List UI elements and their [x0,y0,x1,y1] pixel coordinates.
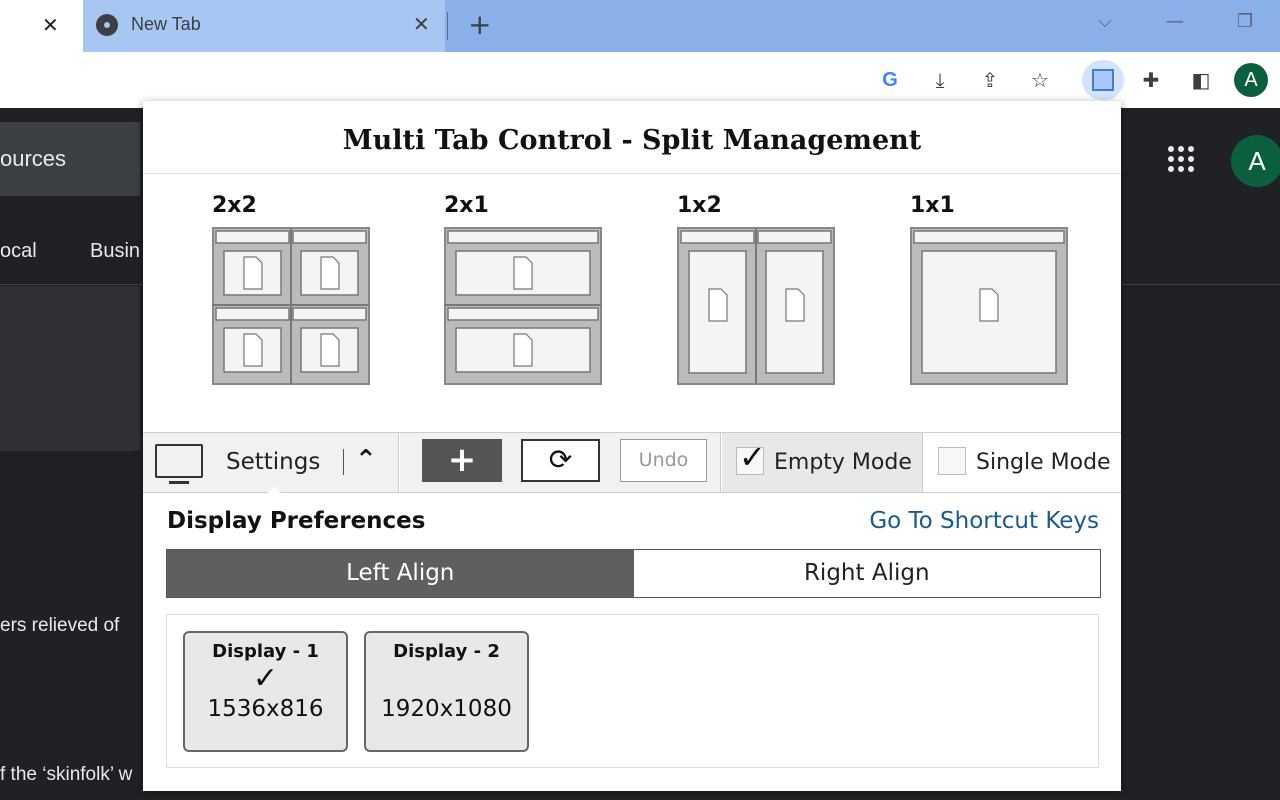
content-block [0,286,140,451]
layout-1x1[interactable]: 1x1 [910,193,1068,385]
layout-2x1[interactable]: 2x1 [444,193,602,385]
new-tab-button[interactable]: + [468,8,491,41]
share-icon[interactable]: ⇪ [976,66,1004,94]
display-card-1[interactable]: Display - 1 ✓ 1536x816 [183,631,348,752]
window-controls: ⌵ — ❐ [1070,0,1280,44]
checkmark-placeholder [366,662,527,696]
chrome-icon [96,14,118,36]
separator [343,449,344,475]
tab-strip: ✕ New Tab ✕ + ⌵ — ❐ [0,0,1280,52]
tab-previous[interactable]: ✕ [0,0,83,52]
layout-1x2[interactable]: 1x2 [677,193,835,385]
control-bar: Settings ⌃ + ⟳ Undo ✓ Empty Mode Single … [143,432,1121,493]
layout-2x2[interactable]: 2x2 [212,193,370,385]
empty-mode-toggle[interactable]: ✓ Empty Mode [722,433,923,492]
extensions-puzzle-icon[interactable]: ✚ [1137,66,1165,94]
apps-grid-icon[interactable] [1168,146,1196,174]
tab-separator [447,12,448,40]
layout-label: 1x2 [677,193,722,218]
refresh-button[interactable]: ⟳ [521,439,600,482]
multi-tab-extension-button[interactable] [1082,60,1124,100]
single-mode-checkbox[interactable] [938,447,966,475]
left-align-button[interactable]: Left Align [167,550,634,597]
display-resolution: 1920x1080 [381,696,512,722]
extension-icon [1092,69,1114,91]
single-mode-label: Single Mode [976,450,1111,475]
resources-label: ources [0,146,67,171]
add-button[interactable]: + [422,439,502,482]
layout-1x2-icon [677,227,835,385]
page-avatar[interactable]: A [1231,135,1280,187]
profile-avatar[interactable]: A [1234,63,1268,97]
nav-business[interactable]: Busin [90,240,140,263]
close-icon[interactable]: ✕ [42,13,59,37]
align-toggle: Left Align Right Align [166,549,1101,598]
caret-indicator [267,486,281,493]
layout-2x2-icon [212,227,370,385]
empty-mode-label: Empty Mode [774,450,912,475]
right-align-button[interactable]: Right Align [633,550,1100,597]
single-mode-toggle[interactable]: Single Mode [924,433,1121,492]
snippet-text[interactable]: f the ‘skinfolk’ w [0,764,132,786]
settings-label: Settings [226,449,321,475]
install-icon[interactable]: ⤓ [926,66,954,94]
minimize-button[interactable]: — [1140,0,1210,44]
chevron-up-icon[interactable]: ⌃ [355,445,377,475]
google-icon[interactable]: G [876,66,904,94]
tab-title: New Tab [131,14,201,34]
restore-button[interactable]: ❐ [1210,0,1280,44]
layout-label: 2x2 [212,193,257,218]
side-panel-icon[interactable]: ◧ [1187,66,1215,94]
layout-label: 2x1 [444,193,489,218]
snippet-text[interactable]: ers relieved of [0,615,119,637]
bookmark-star-icon[interactable]: ☆ [1026,66,1054,94]
empty-mode-checkbox[interactable]: ✓ [736,438,766,476]
shortcut-keys-link[interactable]: Go To Shortcut Keys [869,508,1099,534]
settings-toggle[interactable]: Settings ⌃ [143,433,399,493]
display-name: Display - 1 [212,641,319,662]
checkmark-icon: ✓ [739,438,766,476]
display-card-2[interactable]: Display - 2 1920x1080 [364,631,529,752]
undo-button[interactable]: Undo [620,439,707,482]
layout-2x1-icon [444,227,602,385]
monitor-icon [155,444,203,484]
close-icon[interactable]: ✕ [413,12,430,36]
popup-title: Multi Tab Control - Split Management [143,101,1121,174]
display-resolution: 1536x816 [207,696,324,722]
display-preferences-title: Display Preferences [167,508,426,534]
layout-label: 1x1 [910,193,955,218]
action-buttons: + ⟳ Undo [400,433,721,492]
tab-new-tab[interactable]: New Tab ✕ [83,0,445,52]
displays-panel: Display - 1 ✓ 1536x816 Display - 2 1920x… [166,614,1099,768]
nav-local[interactable]: ocal [0,240,37,263]
display-name: Display - 2 [393,641,500,662]
checkmark-icon: ✓ [252,661,279,696]
resources-tab[interactable]: ources [0,122,140,196]
layout-1x1-icon [910,227,1068,385]
multi-tab-popup: Multi Tab Control - Split Management 2x2… [143,101,1121,791]
tab-search-icon[interactable]: ⌵ [1070,0,1140,44]
